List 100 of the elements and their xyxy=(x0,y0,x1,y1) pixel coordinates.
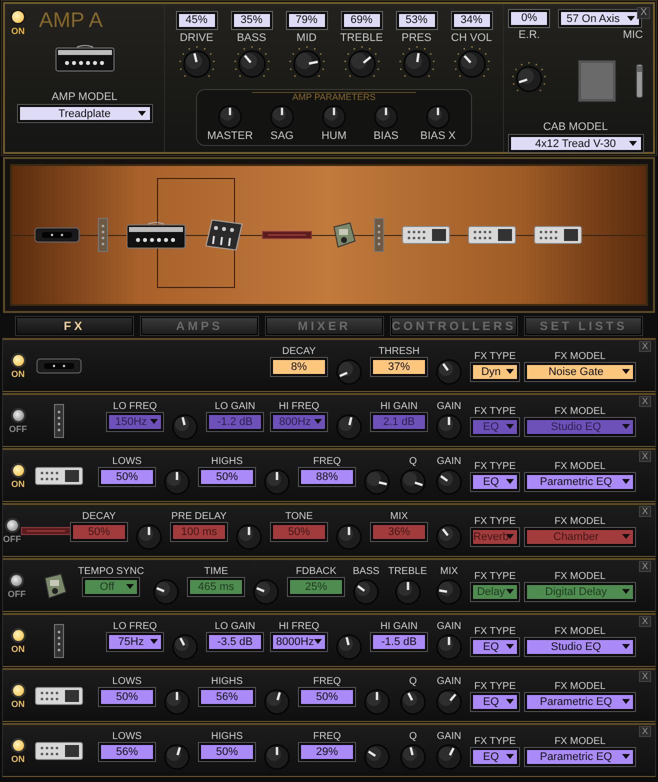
amp-model-dropdown[interactable]: Treadplate xyxy=(18,105,152,122)
power-led[interactable] xyxy=(10,682,26,698)
knob[interactable] xyxy=(335,358,363,386)
knob[interactable] xyxy=(152,578,180,606)
knob[interactable] xyxy=(435,578,463,606)
knob[interactable] xyxy=(335,522,363,550)
knob[interactable] xyxy=(163,468,191,496)
tab[interactable]: FX xyxy=(16,317,133,335)
power-led[interactable] xyxy=(10,738,26,752)
cab-model-dropdown[interactable]: 4x12 Tread V-30 xyxy=(508,135,642,152)
value-display: 50% xyxy=(299,688,355,706)
fx-model-dropdown[interactable]: Parametric EQ xyxy=(525,472,635,490)
power-led[interactable] xyxy=(10,462,26,478)
tab[interactable]: MIXER xyxy=(266,317,383,335)
fx-type-label: FX TYPE xyxy=(474,516,516,528)
knob[interactable] xyxy=(335,632,363,660)
knob[interactable] xyxy=(435,412,463,440)
value-display: 50% xyxy=(199,468,255,486)
knob[interactable] xyxy=(435,688,463,716)
knob[interactable] xyxy=(171,632,199,660)
knob[interactable] xyxy=(435,522,463,550)
rack-unit-drawing xyxy=(36,358,82,374)
rack-unit-drawing xyxy=(35,466,83,484)
close-button[interactable]: X xyxy=(638,616,651,627)
fx-model-dropdown[interactable]: Noise Gate xyxy=(525,362,635,380)
knob[interactable] xyxy=(399,742,427,770)
knob[interactable] xyxy=(399,688,427,716)
close-button[interactable]: X xyxy=(637,7,650,19)
value-display: 56% xyxy=(99,742,155,760)
power-led[interactable] xyxy=(11,10,25,24)
fx-type-dropdown[interactable]: EQ xyxy=(471,692,519,710)
knob[interactable] xyxy=(269,104,295,130)
close-button[interactable]: X xyxy=(638,341,651,352)
knob[interactable] xyxy=(435,632,463,660)
caret-icon xyxy=(506,754,514,759)
fx-model-dropdown[interactable]: Parametric EQ xyxy=(525,692,635,710)
power-led[interactable] xyxy=(9,572,24,588)
knob-label: Q xyxy=(409,676,417,688)
knob[interactable] xyxy=(235,522,263,550)
knob[interactable] xyxy=(352,578,380,606)
knob-label: MIX xyxy=(440,566,458,578)
knob[interactable] xyxy=(263,688,291,716)
fx-type-dropdown[interactable]: EQ xyxy=(471,472,519,490)
value-display: 35% xyxy=(232,12,272,29)
knob[interactable] xyxy=(171,412,199,440)
fx-type-label: FX TYPE xyxy=(474,570,516,582)
knob[interactable] xyxy=(252,578,280,606)
knob[interactable] xyxy=(394,578,422,606)
fx-model-label: FX MODEL xyxy=(554,626,606,638)
fx-type-dropdown[interactable]: EQ xyxy=(471,748,519,766)
fx-type-dropdown[interactable]: EQ xyxy=(471,638,519,656)
close-button[interactable]: X xyxy=(638,506,651,517)
knob[interactable] xyxy=(263,742,291,770)
knob[interactable] xyxy=(373,104,399,130)
knob[interactable] xyxy=(435,358,463,386)
knob-label: GAIN xyxy=(436,620,462,632)
fx-type-dropdown[interactable]: Dyn xyxy=(471,362,519,380)
knob[interactable] xyxy=(363,688,391,716)
knob[interactable] xyxy=(135,522,163,550)
parameter-dropdown[interactable]: Off xyxy=(83,578,140,596)
power-led[interactable] xyxy=(10,628,26,642)
knob[interactable] xyxy=(163,742,191,770)
parameter-dropdown[interactable]: 8000Hz xyxy=(271,632,327,650)
knob[interactable] xyxy=(217,104,243,130)
rack-unit-drawing xyxy=(21,526,71,534)
fx-model-dropdown[interactable]: Studio EQ xyxy=(525,638,635,656)
fx-model-label: FX MODEL xyxy=(554,406,606,418)
power-label: ON xyxy=(11,698,25,708)
fx-type-dropdown[interactable]: Delay xyxy=(471,582,519,600)
amp-title: AMP A xyxy=(39,10,103,31)
knob[interactable] xyxy=(435,468,463,496)
power-led[interactable] xyxy=(10,352,26,368)
close-button[interactable]: X xyxy=(638,561,651,572)
mic-dropdown[interactable]: 57 On Axis xyxy=(558,10,640,27)
power-led[interactable] xyxy=(4,518,20,532)
knob[interactable] xyxy=(363,742,391,770)
close-button[interactable]: X xyxy=(638,671,651,682)
parameter-dropdown[interactable]: 75Hz xyxy=(107,632,163,650)
knob[interactable] xyxy=(399,468,427,496)
knob[interactable] xyxy=(335,412,363,440)
tab[interactable]: CONTROLLERS xyxy=(390,317,518,335)
value-display: 465 ms xyxy=(188,578,244,596)
parameter-label: HI FREQ xyxy=(278,620,320,632)
knob[interactable] xyxy=(425,104,451,130)
knob[interactable] xyxy=(163,688,191,716)
close-button[interactable]: X xyxy=(638,396,651,407)
knob[interactable] xyxy=(435,742,463,770)
tab[interactable]: SET LISTS xyxy=(525,317,642,335)
knob[interactable] xyxy=(263,468,291,496)
close-button[interactable]: X xyxy=(638,726,651,737)
fx-model-dropdown[interactable]: Parametric EQ xyxy=(525,748,635,766)
caret-icon xyxy=(138,111,146,116)
close-button[interactable]: X xyxy=(638,451,651,462)
knob[interactable] xyxy=(363,468,391,496)
fx-model-dropdown[interactable]: Digital Delay xyxy=(525,582,635,600)
power-led[interactable] xyxy=(10,408,26,422)
tab[interactable]: AMPS xyxy=(140,317,258,335)
caret-icon xyxy=(150,639,158,644)
rack-unit-drawing xyxy=(468,226,516,244)
knob[interactable] xyxy=(321,104,347,130)
